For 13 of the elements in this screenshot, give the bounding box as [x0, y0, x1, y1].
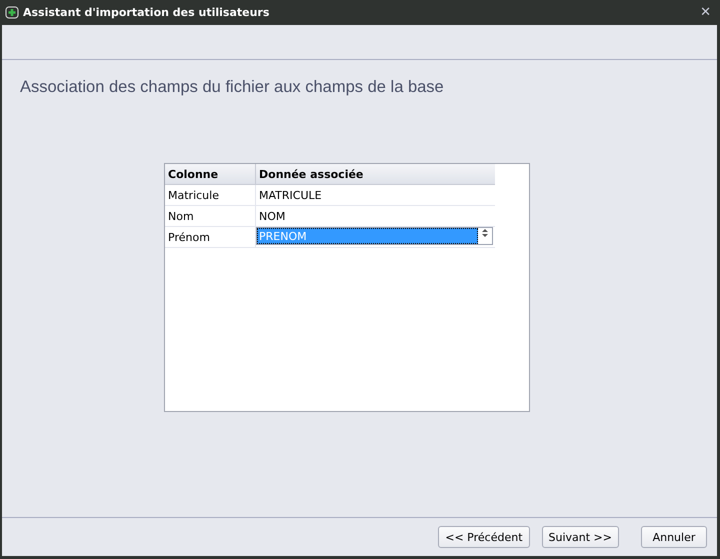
- next-button[interactable]: Suivant >>: [542, 526, 619, 548]
- close-icon[interactable]: ✕: [700, 5, 711, 20]
- app-icon: [5, 6, 19, 20]
- page-heading: Association des champs du fichier aux champs de la base: [20, 78, 445, 97]
- table-cell: Matricule: [165, 185, 256, 205]
- table-cell-text: NOM: [258, 208, 286, 224]
- back-button[interactable]: << Précédent: [438, 526, 530, 548]
- cancel-button[interactable]: Annuler: [641, 526, 707, 548]
- window-title: Assistant d'importation des utilisateurs: [23, 6, 270, 19]
- table-cell-text: MATRICULE: [258, 188, 323, 204]
- column-header: Donnée associée: [258, 166, 364, 182]
- table-cell: Nom: [165, 206, 256, 226]
- column-header: Colonne: [165, 164, 256, 184]
